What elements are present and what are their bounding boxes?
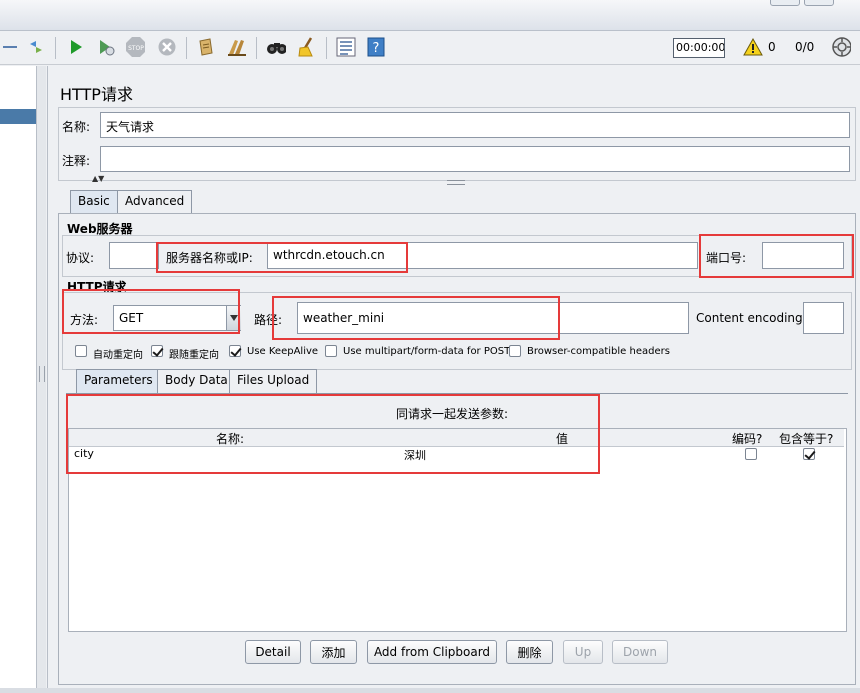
minimize-button[interactable] <box>770 0 800 6</box>
chevron-down-icon[interactable] <box>226 306 241 330</box>
run-icon[interactable] <box>66 37 86 57</box>
browser-headers-checkbox[interactable] <box>509 345 521 357</box>
multipart-checkbox[interactable] <box>325 345 337 357</box>
auto-redirect-label: 自动重定向 <box>93 350 143 361</box>
col-header-include-equals: 包含等于? <box>779 432 834 446</box>
tab-parameters[interactable]: Parameters <box>76 369 161 393</box>
warning-count: 0 <box>768 40 776 54</box>
param-name-cell[interactable]: city <box>74 447 94 460</box>
tree-selected-item[interactable] <box>0 109 36 124</box>
svg-text:STOP: STOP <box>128 45 144 52</box>
tab-advanced[interactable]: Advanced <box>117 190 193 213</box>
port-label: 端口号: <box>706 251 747 265</box>
protocol-field[interactable] <box>109 242 159 269</box>
maximize-button[interactable] <box>804 0 834 6</box>
svg-text:?: ? <box>373 41 380 56</box>
broom-icon[interactable] <box>296 37 316 57</box>
tab-files-upload[interactable]: Files Upload <box>229 369 318 393</box>
path-field[interactable]: weather_mini <box>297 302 689 334</box>
comment-label: 注释: <box>62 154 91 168</box>
col-header-name: 名称: <box>216 432 245 446</box>
auto-redirect-checkbox[interactable] <box>75 345 87 357</box>
params-caption: 同请求一起发送参数: <box>396 407 509 421</box>
method-label: 方法: <box>70 313 99 327</box>
clear-icon[interactable] <box>196 37 216 57</box>
browser-headers-label: Browser-compatible headers <box>527 346 670 357</box>
server-label: 服务器名称或IP: <box>166 251 253 265</box>
elapsed-timer: 00:00:00 <box>673 38 725 58</box>
shutdown-icon[interactable] <box>157 37 177 57</box>
page-title: HTTP请求 <box>60 85 133 104</box>
toolbar: STOP ? 00:00:00 0 0/0 <box>0 31 860 65</box>
table-row[interactable]: city 深圳 <box>69 446 844 463</box>
comment-field[interactable] <box>100 146 850 172</box>
protocol-label: 协议: <box>66 251 95 265</box>
expand-arrows-icon[interactable]: ▲▼ <box>92 174 104 183</box>
window-titlebar <box>0 0 860 31</box>
keepalive-label: Use KeepAlive <box>247 346 319 357</box>
server-field[interactable]: wthrcdn.etouch.cn <box>267 242 698 269</box>
clear-all-icon[interactable] <box>226 37 246 57</box>
thread-ratio: 0/0 <box>795 40 815 54</box>
content-encoding-label: Content encoding: <box>696 311 807 325</box>
search-icon[interactable] <box>266 37 286 57</box>
keepalive-checkbox[interactable] <box>229 345 241 357</box>
collapse-icon[interactable] <box>0 37 20 57</box>
tab-body-data[interactable]: Body Data <box>157 369 236 393</box>
tab-basic[interactable]: Basic <box>70 190 118 213</box>
add-button[interactable]: 添加 <box>310 640 357 664</box>
port-field[interactable] <box>762 242 844 269</box>
warning-icon[interactable] <box>743 37 763 57</box>
down-button[interactable]: Down <box>612 640 668 664</box>
help-icon[interactable]: ? <box>366 37 386 57</box>
panel-splitter[interactable] <box>37 66 46 688</box>
name-label: 名称: <box>62 120 91 134</box>
divider-grip[interactable] <box>447 180 465 185</box>
detail-button[interactable]: Detail <box>245 640 301 664</box>
up-button[interactable]: Up <box>563 640 603 664</box>
list-icon[interactable] <box>336 37 356 57</box>
encode-checkbox[interactable] <box>745 448 757 460</box>
method-value: GET <box>119 311 144 325</box>
follow-redirect-checkbox[interactable] <box>151 345 163 357</box>
delete-button[interactable]: 删除 <box>506 640 553 664</box>
add-from-clipboard-button[interactable]: Add from Clipboard <box>367 640 497 664</box>
col-header-value: 值 <box>556 432 569 446</box>
remote-icon[interactable] <box>831 37 851 57</box>
col-header-encode: 编码? <box>732 432 763 446</box>
test-plan-tree[interactable] <box>0 66 37 688</box>
content-encoding-field[interactable] <box>803 302 844 334</box>
stop-icon[interactable]: STOP <box>125 37 145 57</box>
method-select[interactable]: GET <box>113 305 241 331</box>
run-no-pause-icon[interactable] <box>96 37 116 57</box>
include-equals-checkbox[interactable] <box>803 448 815 460</box>
name-field[interactable]: 天气请求 <box>100 112 850 138</box>
multipart-label: Use multipart/form-data for POST <box>343 346 511 357</box>
param-value-cell[interactable]: 深圳 <box>404 447 426 463</box>
follow-redirect-label: 跟随重定向 <box>169 350 219 361</box>
path-label: 路径: <box>254 313 283 327</box>
toggle-icon[interactable] <box>26 37 46 57</box>
params-table-header <box>69 429 844 447</box>
